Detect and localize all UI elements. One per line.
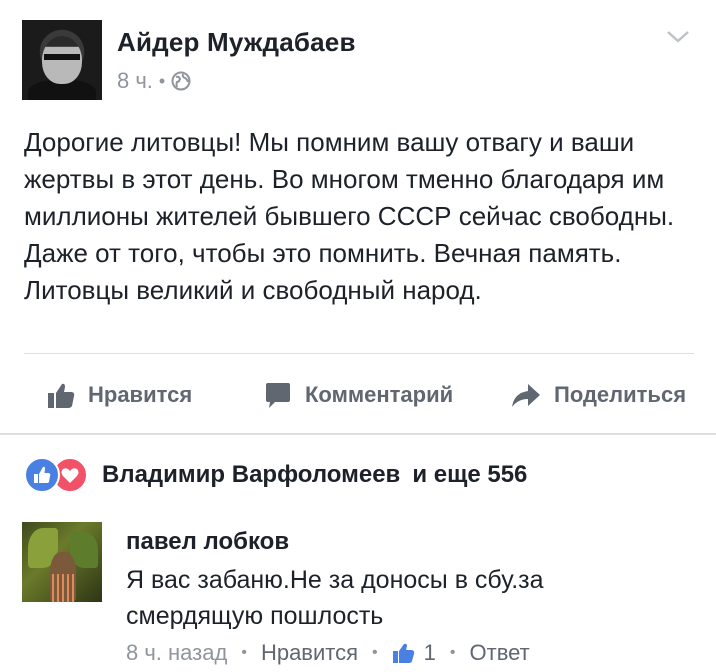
comment-label: Комментарий xyxy=(305,382,454,407)
comment-meta: 8 ч. назад • Нравится • 1 • Ответ xyxy=(126,640,530,666)
section-divider xyxy=(0,433,716,435)
chevron-down-icon[interactable] xyxy=(664,26,692,46)
meta-separator: • xyxy=(372,644,378,661)
comment-time[interactable]: 8 ч. назад xyxy=(126,640,227,666)
reactions-more[interactable]: и еще 556 xyxy=(412,461,527,488)
reactions-text[interactable]: Владимир Варфоломеев и еще 556 xyxy=(102,461,527,489)
post-header: Айдер Муждабаев 8 ч. • xyxy=(0,0,716,110)
share-label: Поделиться xyxy=(554,382,687,407)
meta-separator: • xyxy=(241,644,247,661)
meta-separator: • xyxy=(449,644,456,661)
like-reaction-icon xyxy=(24,457,60,493)
post-meta: 8 ч. • xyxy=(117,68,191,94)
thumbs-up-icon xyxy=(48,383,75,408)
globe-icon xyxy=(171,71,191,91)
comment-bubble-icon xyxy=(266,383,290,408)
post-time[interactable]: 8 ч. xyxy=(117,68,153,94)
comment-button[interactable]: Комментарий xyxy=(263,378,453,412)
comment-text: Я вас забаню.Не за доносы в сбу.за смерд… xyxy=(126,566,544,630)
post-text: Дорогие литовцы! Мы помним вашу отвагу и… xyxy=(24,127,675,305)
commenter-avatar[interactable] xyxy=(22,522,102,602)
post-author-name[interactable]: Айдер Муждабаев xyxy=(117,27,356,58)
like-label: Нравится xyxy=(88,382,193,407)
comment-like-count[interactable]: 1 xyxy=(392,640,436,666)
reactor-name[interactable]: Владимир Варфоломеев xyxy=(102,461,400,488)
thumbs-up-icon xyxy=(392,643,414,663)
comment-like-button[interactable]: Нравится xyxy=(261,640,358,666)
post-actions: Нравится Комментарий Поделиться xyxy=(0,360,716,430)
like-button[interactable]: Нравится xyxy=(46,378,192,412)
reply-button[interactable]: Ответ xyxy=(470,640,530,666)
meta-separator: • xyxy=(158,70,166,91)
share-button[interactable]: Поделиться xyxy=(510,378,686,412)
comment-author[interactable]: павел лобков xyxy=(126,528,289,556)
divider xyxy=(24,353,694,354)
like-count-value: 1 xyxy=(423,640,436,665)
reactions-summary[interactable]: Владимир Варфоломеев и еще 556 xyxy=(24,455,527,495)
author-avatar[interactable] xyxy=(22,20,102,100)
share-arrow-icon xyxy=(512,384,540,407)
